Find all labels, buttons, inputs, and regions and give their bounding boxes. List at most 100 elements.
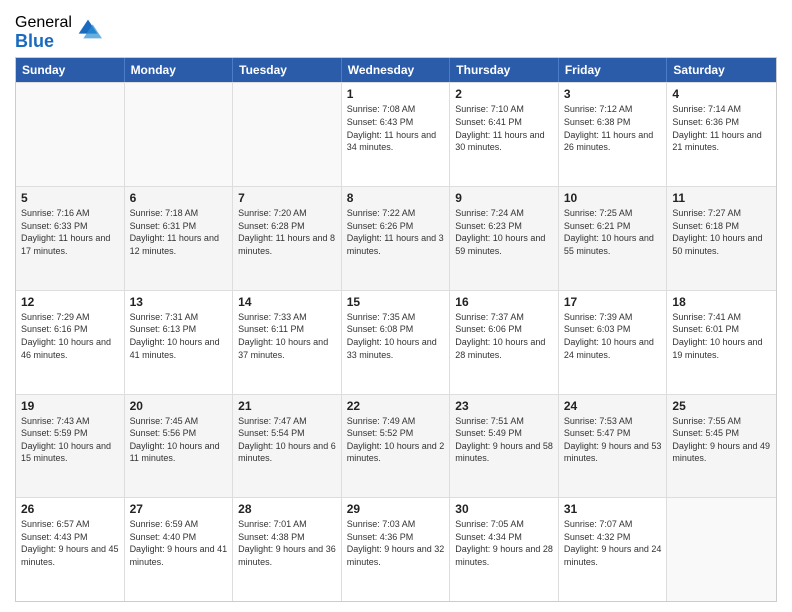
- logo-text: GeneralBlue: [15, 14, 72, 51]
- calendar-cell-3-2: 13 Sunrise: 7:31 AM Sunset: 6:13 PM Dayli…: [125, 291, 234, 394]
- day-number: 16: [455, 295, 553, 309]
- day-info: Sunrise: 7:22 AM Sunset: 6:26 PM Dayligh…: [347, 207, 445, 257]
- day-number: 13: [130, 295, 228, 309]
- calendar-cell-5-4: 29Sunrise: 7:03 AM Sunset: 4:36 PM Dayli…: [342, 498, 451, 601]
- calendar-cell-2-3: 7Sunrise: 7:20 AM Sunset: 6:28 PM Daylig…: [233, 187, 342, 290]
- calendar-cell-4-7: 25Sunrise: 7:55 AM Sunset: 5:45 PM Dayli…: [667, 395, 776, 498]
- day-info: Sunrise: 7:55 AM Sunset: 5:45 PM Dayligh…: [672, 415, 771, 465]
- header: GeneralBlue: [15, 10, 777, 51]
- day-number: 4: [672, 87, 771, 101]
- calendar-cell-4-5: 23 Sunrise: 7:51 AM Sunset: 5:49 PM Dayli…: [450, 395, 559, 498]
- calendar-cell-2-6: 10 Sunrise: 7:25 AM Sunset: 6:21 PM Dayli…: [559, 187, 668, 290]
- calendar-header-friday: Friday: [559, 58, 668, 82]
- calendar-cell-1-3: [233, 83, 342, 186]
- calendar-week-3: 12Sunrise: 7:29 AM Sunset: 6:16 PM Dayli…: [16, 290, 776, 394]
- calendar-cell-1-4: 1 Sunrise: 7:08 AM Sunset: 6:43 PM Daylig…: [342, 83, 451, 186]
- day-info: Sunrise: 7:49 AM Sunset: 5:52 PM Dayligh…: [347, 415, 445, 465]
- calendar-cell-3-7: 18 Sunrise: 7:41 AM Sunset: 6:01 PM Dayli…: [667, 291, 776, 394]
- calendar-header-thursday: Thursday: [450, 58, 559, 82]
- calendar-cell-4-2: 20 Sunrise: 7:45 AM Sunset: 5:56 PM Dayli…: [125, 395, 234, 498]
- calendar-cell-3-5: 16 Sunrise: 7:37 AM Sunset: 6:06 PM Dayli…: [450, 291, 559, 394]
- day-number: 14: [238, 295, 336, 309]
- day-number: 23: [455, 399, 553, 413]
- day-number: 30: [455, 502, 553, 516]
- day-info: Sunrise: 7:45 AM Sunset: 5:56 PM Dayligh…: [130, 415, 228, 465]
- calendar-cell-2-2: 6 Sunrise: 7:18 AM Sunset: 6:31 PM Daylig…: [125, 187, 234, 290]
- calendar-cell-5-7: [667, 498, 776, 601]
- calendar-cell-1-1: [16, 83, 125, 186]
- day-info: Sunrise: 7:03 AM Sunset: 4:36 PM Dayligh…: [347, 518, 445, 568]
- day-number: 21: [238, 399, 336, 413]
- day-info: Sunrise: 7:29 AM Sunset: 6:16 PM Dayligh…: [21, 311, 119, 361]
- day-info: Sunrise: 7:16 AM Sunset: 6:33 PM Dayligh…: [21, 207, 119, 257]
- day-info: Sunrise: 6:57 AM Sunset: 4:43 PM Dayligh…: [21, 518, 119, 568]
- day-info: Sunrise: 7:35 AM Sunset: 6:08 PM Dayligh…: [347, 311, 445, 361]
- day-info: Sunrise: 7:51 AM Sunset: 5:49 PM Dayligh…: [455, 415, 553, 465]
- calendar-cell-2-7: 11 Sunrise: 7:27 AM Sunset: 6:18 PM Dayli…: [667, 187, 776, 290]
- day-info: Sunrise: 7:24 AM Sunset: 6:23 PM Dayligh…: [455, 207, 553, 257]
- calendar-cell-1-6: 3 Sunrise: 7:12 AM Sunset: 6:38 PM Daylig…: [559, 83, 668, 186]
- calendar-cell-3-4: 15 Sunrise: 7:35 AM Sunset: 6:08 PM Dayli…: [342, 291, 451, 394]
- calendar-cell-2-5: 9Sunrise: 7:24 AM Sunset: 6:23 PM Daylig…: [450, 187, 559, 290]
- calendar-week-5: 26Sunrise: 6:57 AM Sunset: 4:43 PM Dayli…: [16, 497, 776, 601]
- calendar-header-wednesday: Wednesday: [342, 58, 451, 82]
- calendar-header-row: SundayMondayTuesdayWednesdayThursdayFrid…: [16, 58, 776, 82]
- calendar-header-sunday: Sunday: [16, 58, 125, 82]
- logo-blue: Blue: [15, 32, 72, 52]
- day-info: Sunrise: 7:10 AM Sunset: 6:41 PM Dayligh…: [455, 103, 553, 153]
- calendar-header-tuesday: Tuesday: [233, 58, 342, 82]
- day-info: Sunrise: 7:39 AM Sunset: 6:03 PM Dayligh…: [564, 311, 662, 361]
- calendar-cell-2-1: 5 Sunrise: 7:16 AM Sunset: 6:33 PM Daylig…: [16, 187, 125, 290]
- day-info: Sunrise: 7:20 AM Sunset: 6:28 PM Dayligh…: [238, 207, 336, 257]
- calendar-body: 1 Sunrise: 7:08 AM Sunset: 6:43 PM Daylig…: [16, 82, 776, 601]
- calendar-header-saturday: Saturday: [667, 58, 776, 82]
- day-number: 1: [347, 87, 445, 101]
- day-info: Sunrise: 7:33 AM Sunset: 6:11 PM Dayligh…: [238, 311, 336, 361]
- day-info: Sunrise: 7:31 AM Sunset: 6:13 PM Dayligh…: [130, 311, 228, 361]
- day-info: Sunrise: 7:18 AM Sunset: 6:31 PM Dayligh…: [130, 207, 228, 257]
- day-number: 31: [564, 502, 662, 516]
- day-number: 8: [347, 191, 445, 205]
- calendar-cell-4-6: 24 Sunrise: 7:53 AM Sunset: 5:47 PM Dayli…: [559, 395, 668, 498]
- calendar-cell-5-2: 27Sunrise: 6:59 AM Sunset: 4:40 PM Dayli…: [125, 498, 234, 601]
- day-info: Sunrise: 7:41 AM Sunset: 6:01 PM Dayligh…: [672, 311, 771, 361]
- day-number: 22: [347, 399, 445, 413]
- day-number: 15: [347, 295, 445, 309]
- calendar-week-4: 19Sunrise: 7:43 AM Sunset: 5:59 PM Dayli…: [16, 394, 776, 498]
- day-info: Sunrise: 7:08 AM Sunset: 6:43 PM Dayligh…: [347, 103, 445, 153]
- day-number: 24: [564, 399, 662, 413]
- day-info: Sunrise: 7:25 AM Sunset: 6:21 PM Dayligh…: [564, 207, 662, 257]
- calendar-header-monday: Monday: [125, 58, 234, 82]
- calendar-week-2: 5 Sunrise: 7:16 AM Sunset: 6:33 PM Daylig…: [16, 186, 776, 290]
- day-info: Sunrise: 7:01 AM Sunset: 4:38 PM Dayligh…: [238, 518, 336, 568]
- day-number: 27: [130, 502, 228, 516]
- logo-icon: [74, 15, 102, 43]
- calendar: SundayMondayTuesdayWednesdayThursdayFrid…: [15, 57, 777, 602]
- calendar-cell-3-3: 14 Sunrise: 7:33 AM Sunset: 6:11 PM Dayli…: [233, 291, 342, 394]
- day-number: 2: [455, 87, 553, 101]
- calendar-cell-4-3: 21Sunrise: 7:47 AM Sunset: 5:54 PM Dayli…: [233, 395, 342, 498]
- day-number: 3: [564, 87, 662, 101]
- page: GeneralBlue SundayMondayTuesdayWednesday…: [0, 0, 792, 612]
- day-number: 6: [130, 191, 228, 205]
- logo-general: General: [15, 14, 72, 32]
- day-number: 19: [21, 399, 119, 413]
- day-info: Sunrise: 7:12 AM Sunset: 6:38 PM Dayligh…: [564, 103, 662, 153]
- calendar-cell-1-5: 2 Sunrise: 7:10 AM Sunset: 6:41 PM Daylig…: [450, 83, 559, 186]
- day-info: Sunrise: 7:37 AM Sunset: 6:06 PM Dayligh…: [455, 311, 553, 361]
- day-number: 20: [130, 399, 228, 413]
- calendar-cell-4-1: 19Sunrise: 7:43 AM Sunset: 5:59 PM Dayli…: [16, 395, 125, 498]
- day-number: 5: [21, 191, 119, 205]
- calendar-cell-4-4: 22 Sunrise: 7:49 AM Sunset: 5:52 PM Dayli…: [342, 395, 451, 498]
- day-info: Sunrise: 7:53 AM Sunset: 5:47 PM Dayligh…: [564, 415, 662, 465]
- calendar-week-1: 1 Sunrise: 7:08 AM Sunset: 6:43 PM Daylig…: [16, 82, 776, 186]
- calendar-cell-5-6: 31Sunrise: 7:07 AM Sunset: 4:32 PM Dayli…: [559, 498, 668, 601]
- day-number: 17: [564, 295, 662, 309]
- calendar-cell-5-3: 28Sunrise: 7:01 AM Sunset: 4:38 PM Dayli…: [233, 498, 342, 601]
- day-number: 18: [672, 295, 771, 309]
- day-info: Sunrise: 7:05 AM Sunset: 4:34 PM Dayligh…: [455, 518, 553, 568]
- day-number: 10: [564, 191, 662, 205]
- day-number: 11: [672, 191, 771, 205]
- calendar-cell-1-7: 4Sunrise: 7:14 AM Sunset: 6:36 PM Daylig…: [667, 83, 776, 186]
- day-info: Sunrise: 7:27 AM Sunset: 6:18 PM Dayligh…: [672, 207, 771, 257]
